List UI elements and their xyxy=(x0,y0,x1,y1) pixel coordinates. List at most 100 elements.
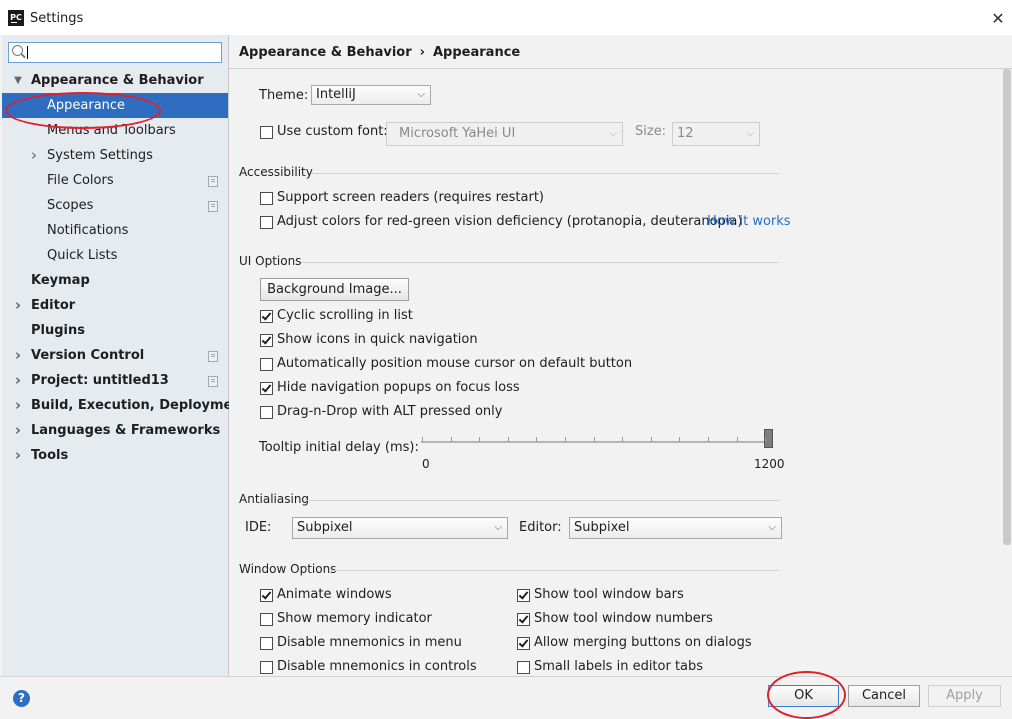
sidebar-item[interactable]: Keymap xyxy=(2,268,228,293)
sidebar-item-label: Languages & Frameworks xyxy=(31,423,221,438)
theme-dropdown[interactable]: IntelliJ ⌵ xyxy=(311,85,431,105)
slider-tick xyxy=(507,437,509,442)
help-icon[interactable]: ? xyxy=(13,690,30,707)
chevron-down-icon: ⌵ xyxy=(494,522,502,533)
sidebar-item-label: Tools xyxy=(31,448,69,463)
adjust-colors-label: Adjust colors for red-green vision defic… xyxy=(277,214,743,229)
breadcrumb: Appearance & Behavior › Appearance xyxy=(239,45,520,60)
sidebar-item-label: Notifications xyxy=(47,223,129,238)
background-image-button[interactable]: Background Image... xyxy=(260,278,409,301)
theme-label: Theme: xyxy=(259,88,309,103)
chevron-right-icon[interactable]: › xyxy=(13,293,23,318)
header-divider xyxy=(229,68,1012,69)
search-input[interactable] xyxy=(8,42,222,63)
section-divider xyxy=(307,500,779,501)
sidebar-item-label: Plugins xyxy=(31,323,85,338)
sidebar-item[interactable]: › Build, Execution, Deployment xyxy=(2,393,248,418)
sidebar-item[interactable]: › System Settings xyxy=(2,143,228,168)
window-option-label: Show memory indicator xyxy=(277,611,432,626)
screen-readers-label: Support screen readers (requires restart… xyxy=(277,190,544,205)
sidebar-item[interactable]: › Project: untitled13 xyxy=(2,368,228,393)
sidebar-item[interactable]: › Editor xyxy=(2,293,228,318)
slider-tick xyxy=(650,437,652,442)
sidebar-item[interactable]: Quick Lists xyxy=(2,243,228,268)
theme-value: IntelliJ xyxy=(316,87,356,102)
size-value: 12 xyxy=(677,126,694,141)
chevron-right-icon[interactable]: › xyxy=(29,143,39,168)
sidebar-item-label: Editor xyxy=(31,298,76,313)
chevron-right-icon[interactable]: › xyxy=(13,443,23,468)
editor-antialiasing-dropdown[interactable]: Subpixel ⌵ xyxy=(569,517,782,539)
window-option-checkbox[interactable] xyxy=(517,661,530,674)
sidebar-item[interactable]: › Languages & Frameworks xyxy=(2,418,228,443)
sidebar-item[interactable]: › Version Control xyxy=(2,343,228,368)
scrollbar-thumb[interactable] xyxy=(1003,69,1011,545)
ui-option-checkbox[interactable] xyxy=(260,358,273,371)
antialiasing-title: Antialiasing xyxy=(239,492,310,506)
section-divider xyxy=(301,262,779,263)
title-bar: PC Settings ✕ xyxy=(0,6,1012,35)
sidebar-item[interactable]: File Colors xyxy=(2,168,228,193)
sidebar-item[interactable]: › Tools xyxy=(2,443,228,468)
sidebar-item-label: File Colors xyxy=(47,173,114,188)
settings-sidebar: ▼ Appearance & Behavior Appearance Menus an… xyxy=(2,35,248,676)
window-option-checkbox[interactable] xyxy=(260,637,273,650)
sidebar-item-label: Version Control xyxy=(31,348,145,363)
sidebar-item[interactable]: ▼ Appearance & Behavior xyxy=(2,68,228,93)
sidebar-item-label: Scopes xyxy=(47,198,94,213)
window-option-checkbox[interactable] xyxy=(260,589,273,602)
sidebar-item-label: Keymap xyxy=(31,273,90,288)
ui-option-checkbox[interactable] xyxy=(260,382,273,395)
chevron-right-icon[interactable]: › xyxy=(13,343,23,368)
section-divider xyxy=(311,173,779,174)
sidebar-item[interactable]: Plugins xyxy=(2,318,228,343)
window-option-label: Disable mnemonics in menu xyxy=(277,635,462,650)
adjust-colors-checkbox[interactable] xyxy=(260,216,273,229)
ui-option-label: Cyclic scrolling in list xyxy=(277,308,413,323)
slider-tick xyxy=(450,437,452,442)
ui-option-label: Automatically position mouse cursor on d… xyxy=(277,356,633,371)
ui-option-checkbox[interactable] xyxy=(260,406,273,419)
ui-option-checkbox[interactable] xyxy=(260,310,273,323)
chevron-right-icon[interactable]: › xyxy=(13,418,23,443)
slider-tick xyxy=(765,437,767,442)
chevron-right-icon[interactable]: › xyxy=(13,393,23,418)
window-option-checkbox[interactable] xyxy=(517,589,530,602)
window-option-checkbox[interactable] xyxy=(517,637,530,650)
apply-button[interactable]: Apply xyxy=(928,685,1001,707)
ide-antialiasing-dropdown[interactable]: Subpixel ⌵ xyxy=(292,517,508,539)
sidebar-item[interactable]: Appearance xyxy=(2,93,228,118)
breadcrumb-separator: › xyxy=(419,45,425,60)
size-dropdown[interactable]: 12 ⌵ xyxy=(672,122,760,146)
sidebar-item-label: Appearance & Behavior xyxy=(31,73,204,88)
sidebar-item[interactable]: Scopes xyxy=(2,193,228,218)
tooltip-delay-label: Tooltip initial delay (ms): xyxy=(259,440,419,455)
font-dropdown[interactable]: Microsoft YaHei UI ⌵ xyxy=(386,122,623,146)
search-icon xyxy=(12,45,23,56)
screen-readers-checkbox[interactable] xyxy=(260,192,273,205)
sidebar-item[interactable]: Menus and Toolbars xyxy=(2,118,228,143)
ui-option-checkbox[interactable] xyxy=(260,334,273,347)
project-level-icon xyxy=(208,351,218,362)
ide-label: IDE: xyxy=(245,520,272,535)
ide-value: Subpixel xyxy=(297,520,353,535)
window-option-label: Animate windows xyxy=(277,587,392,602)
window-option-label: Show tool window numbers xyxy=(534,611,713,626)
chevron-down-icon[interactable]: ▼ xyxy=(13,68,23,93)
window-option-checkbox[interactable] xyxy=(260,613,273,626)
window-option-checkbox[interactable] xyxy=(260,661,273,674)
chevron-right-icon[interactable]: › xyxy=(13,368,23,393)
ok-button[interactable]: OK xyxy=(768,685,839,707)
tooltip-max-label: 1200 xyxy=(754,457,785,471)
sidebar-item[interactable]: Notifications xyxy=(2,218,228,243)
sidebar-item-label: System Settings xyxy=(47,148,153,163)
section-divider xyxy=(331,570,779,571)
window-option-label: Show tool window bars xyxy=(534,587,684,602)
use-custom-font-checkbox[interactable] xyxy=(260,126,273,139)
window-option-checkbox[interactable] xyxy=(517,613,530,626)
how-it-works-link[interactable]: How it works xyxy=(707,214,791,229)
cancel-button[interactable]: Cancel xyxy=(848,685,920,707)
slider-tick xyxy=(479,437,481,442)
ui-option-label: Drag-n-Drop with ALT pressed only xyxy=(277,404,503,419)
close-icon[interactable]: ✕ xyxy=(988,8,1008,30)
